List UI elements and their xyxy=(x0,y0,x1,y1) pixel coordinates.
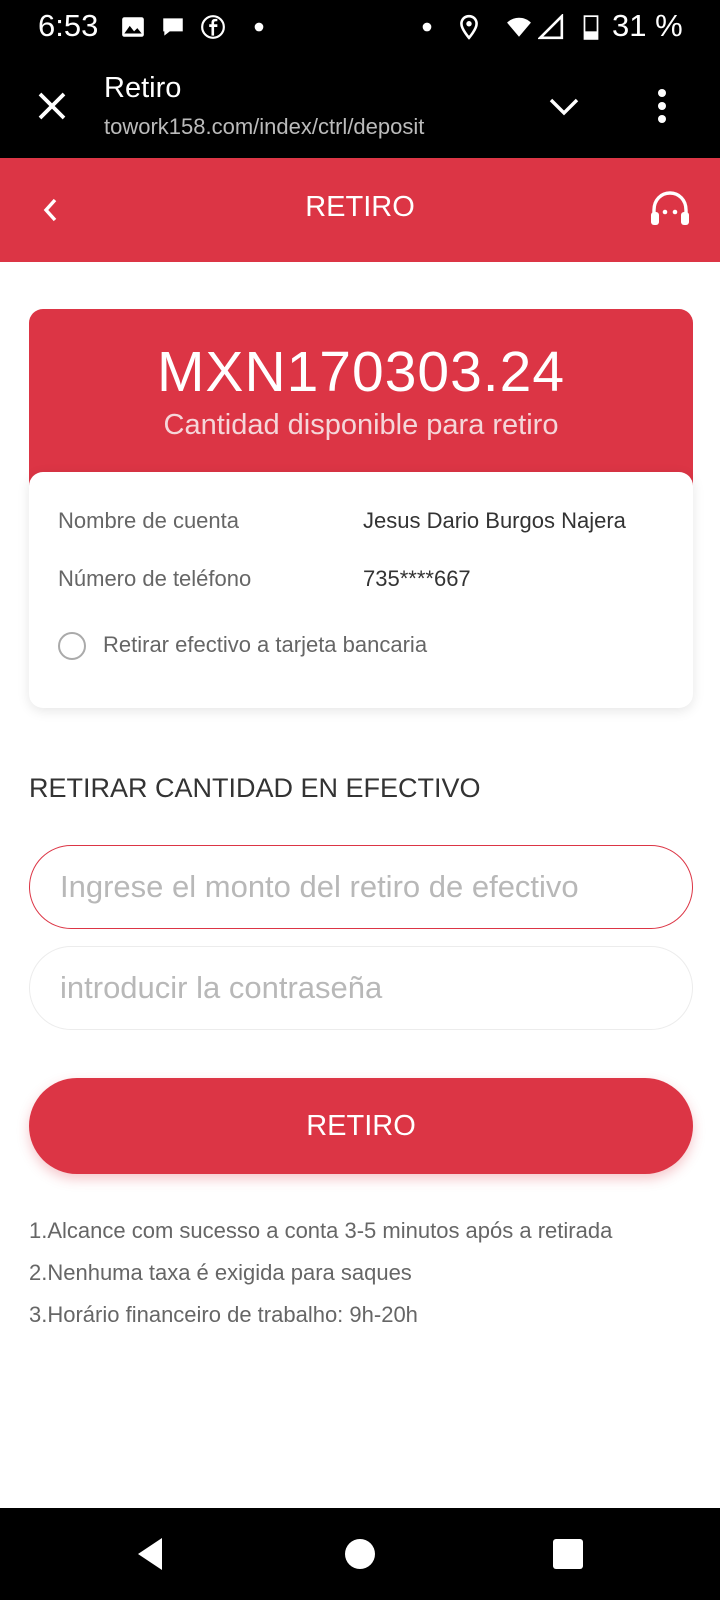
password-input[interactable] xyxy=(29,946,693,1030)
nav-recents-icon[interactable] xyxy=(546,1532,590,1576)
browser-page-title: Retiro xyxy=(104,72,182,104)
note-item: 2.Nenhuma taxa é exigida para saques xyxy=(29,1260,412,1285)
bank-card-option-label[interactable]: Retirar efectivo a tarjeta bancaria xyxy=(103,632,427,658)
status-time: 6:53 xyxy=(38,8,99,43)
amount-input[interactable] xyxy=(29,845,693,929)
phone-label: Número de teléfono xyxy=(58,566,252,591)
app-header: RETIRO xyxy=(0,158,720,262)
close-icon[interactable] xyxy=(36,90,68,122)
browser-url[interactable]: towork158.com/index/ctrl/deposit xyxy=(104,114,424,140)
page-title: RETIRO xyxy=(305,191,415,223)
notification-dot-icon xyxy=(422,22,432,32)
system-nav-bar xyxy=(0,1508,720,1600)
notification-dot-icon xyxy=(254,22,264,32)
browser-bar: Retiro towork158.com/index/ctrl/deposit xyxy=(0,52,720,158)
status-bar: 6:53 31 % xyxy=(0,0,720,52)
wifi-icon xyxy=(507,17,531,37)
bank-card-radio[interactable] xyxy=(58,632,86,660)
balance-caption: Cantidad disponible para retiro xyxy=(163,409,559,441)
chat-icon xyxy=(163,18,183,36)
headset-icon[interactable] xyxy=(648,188,692,232)
battery-level: 31 % xyxy=(612,8,683,43)
more-vert-icon[interactable] xyxy=(656,88,668,124)
balance-amount: MXN170303.24 xyxy=(156,340,566,404)
account-name-row: Nombre de cuenta Jesus Dario Burgos Naje… xyxy=(58,508,626,534)
phone-value: 735****667 xyxy=(363,566,471,591)
withdraw-section-title: RETIRAR CANTIDAD EN EFECTIVO xyxy=(29,773,481,803)
battery-icon xyxy=(583,15,599,40)
chevron-down-icon[interactable] xyxy=(548,96,580,118)
nav-back-icon[interactable] xyxy=(130,1532,174,1576)
withdraw-button[interactable]: RETIRO xyxy=(29,1078,693,1174)
note-item: 3.Horário financeiro de trabalho: 9h-20h xyxy=(29,1302,418,1327)
location-icon xyxy=(460,14,478,40)
image-icon xyxy=(122,17,144,37)
signal-icon xyxy=(538,14,564,40)
nav-home-icon[interactable] xyxy=(338,1532,382,1576)
phone-row: Número de teléfono 735****667 xyxy=(58,566,471,592)
facebook-icon xyxy=(201,15,225,39)
account-name-label: Nombre de cuenta xyxy=(58,508,239,533)
account-name-value: Jesus Dario Burgos Najera xyxy=(363,508,626,533)
account-info-card: Nombre de cuenta Jesus Dario Burgos Naje… xyxy=(29,472,693,708)
notes-list: 1.Alcance com sucesso a conta 3-5 minuto… xyxy=(29,1210,612,1336)
note-item: 1.Alcance com sucesso a conta 3-5 minuto… xyxy=(29,1218,613,1243)
